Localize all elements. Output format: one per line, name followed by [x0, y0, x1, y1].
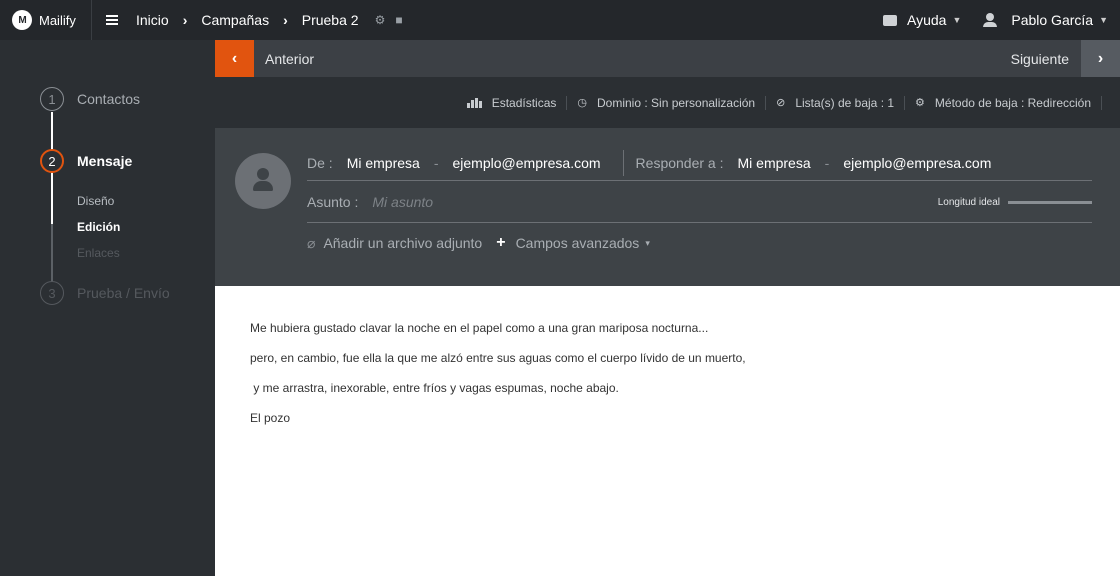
stats-link[interactable]: Estadísticas — [457, 95, 568, 110]
separator-dash: - — [824, 155, 830, 171]
step-number: 1 — [40, 87, 64, 111]
chart-icon — [466, 97, 482, 108]
step-message[interactable]: 2 Mensaje — [40, 149, 132, 173]
substep-design[interactable]: Diseño — [77, 194, 114, 208]
header-actions: ⌀ Añadir un archivo adjunto + Campos ava… — [307, 234, 664, 252]
paperclip-icon: ⌀ — [307, 234, 316, 251]
from-name[interactable]: Mi empresa — [347, 155, 420, 171]
previous-button[interactable]: ‹ — [215, 40, 254, 77]
top-bar: M Mailify Inicio › Campañas › Prueba 2 ⚙… — [0, 0, 1120, 40]
clock-icon: ◷ — [577, 97, 587, 109]
unsub-method-link[interactable]: ⚙ Método de baja : Redirección — [905, 95, 1102, 110]
chat-icon — [882, 14, 897, 26]
next-label[interactable]: Siguiente — [1011, 51, 1069, 67]
breadcrumb-home[interactable]: Inicio — [136, 12, 169, 28]
body-line: pero, en cambio, fue ella la que me alzó… — [250, 351, 746, 365]
body-line: El pozo — [250, 411, 291, 425]
domain-label: Dominio : Sin personalización — [597, 95, 756, 110]
avatar-icon[interactable] — [235, 153, 291, 209]
separator-dash: - — [433, 155, 439, 171]
plus-icon: + — [496, 234, 506, 251]
chevron-right-icon: › — [1097, 49, 1104, 67]
brand-name: Mailify — [39, 12, 76, 28]
step-contacts[interactable]: 1 Contactos — [40, 87, 140, 111]
help-menu[interactable]: Ayuda ▼ — [882, 12, 962, 28]
advanced-fields-button[interactable]: + Campos avanzados ▾ — [496, 234, 650, 252]
steps-sidebar: 1 Contactos 2 Mensaje Diseño Edición Enl… — [0, 40, 215, 576]
domain-link[interactable]: ◷ Dominio : Sin personalización — [567, 95, 767, 110]
campaign-info-bar: Estadísticas ◷ Dominio : Sin personaliza… — [215, 77, 1120, 128]
next-button[interactable]: › — [1081, 40, 1120, 77]
stats-label: Estadísticas — [491, 95, 557, 110]
substep-edit[interactable]: Edición — [77, 220, 120, 234]
body-line: Me hubiera gustado clavar la noche en el… — [250, 321, 709, 335]
from-email[interactable]: ejemplo@empresa.com — [453, 155, 601, 171]
chevron-down-icon: ▾ — [645, 237, 650, 248]
help-label: Ayuda — [906, 12, 947, 28]
menu-icon[interactable] — [106, 15, 118, 25]
step-label: Prueba / Envío — [77, 285, 170, 301]
user-icon — [983, 13, 998, 27]
divider — [307, 222, 1092, 223]
subject-row: Asunto : Mi asunto Longitud ideal — [307, 192, 1092, 212]
ideal-length-indicator: Longitud ideal — [938, 197, 1092, 208]
body-line: y me arrastra, inexorable, entre fríos y… — [250, 381, 619, 395]
gear-icon: ⚙ — [915, 97, 925, 109]
divider — [307, 180, 1092, 181]
advanced-label: Campos avanzados — [515, 235, 640, 251]
user-menu[interactable]: Pablo García ▼ — [983, 12, 1108, 28]
ideal-length-label: Longitud ideal — [937, 196, 1000, 208]
email-body-editor[interactable]: Me hubiera gustado clavar la noche en el… — [215, 286, 1120, 576]
step-number: 3 — [40, 281, 64, 305]
length-bar — [1008, 200, 1092, 204]
breadcrumb-campaign[interactable]: Prueba 2 — [302, 12, 359, 28]
subject-input[interactable]: Mi asunto — [372, 194, 433, 210]
reply-email[interactable]: ejemplo@empresa.com — [843, 155, 991, 171]
block-icon: ⊘ — [776, 97, 786, 109]
user-name: Pablo García — [1011, 12, 1094, 28]
save-icon[interactable]: ■ — [395, 13, 402, 27]
unsub-lists-link[interactable]: ⊘ Lista(s) de baja : 1 — [766, 95, 906, 110]
step-label: Mensaje — [77, 153, 133, 169]
step-test-send: 3 Prueba / Envío — [40, 281, 170, 305]
breadcrumb: Inicio › Campañas › Prueba 2 — [136, 12, 359, 28]
divider — [622, 150, 624, 176]
substep-links: Enlaces — [77, 246, 120, 260]
chevron-down-icon: ▼ — [1099, 15, 1108, 25]
logo-text: M — [18, 14, 26, 26]
reply-name[interactable]: Mi empresa — [738, 155, 811, 171]
reply-label: Responder a : — [635, 155, 724, 171]
step-nav: ‹ Anterior Siguiente › — [215, 40, 1120, 77]
attach-button[interactable]: ⌀ Añadir un archivo adjunto — [307, 235, 482, 252]
mailify-logo-icon: M — [12, 10, 32, 30]
step-label: Contactos — [77, 91, 141, 107]
gear-icon[interactable]: ⚙ — [375, 13, 386, 27]
from-label: De : — [307, 155, 333, 171]
unsub-method-label: Método de baja : Redirección — [934, 95, 1091, 110]
chevron-down-icon: ▼ — [952, 15, 962, 25]
chevron-left-icon: ‹ — [231, 49, 238, 67]
brand[interactable]: M Mailify — [0, 0, 92, 40]
breadcrumb-campaigns[interactable]: Campañas — [201, 12, 269, 28]
subject-label: Asunto : — [307, 194, 359, 210]
sender-row: De : Mi empresa - ejemplo@empresa.com Re… — [307, 150, 1092, 176]
step-number: 2 — [40, 149, 64, 173]
attach-label: Añadir un archivo adjunto — [323, 235, 483, 251]
unsub-lists-label: Lista(s) de baja : 1 — [795, 95, 895, 110]
chevron-right-icon: › — [283, 12, 288, 28]
email-header: De : Mi empresa - ejemplo@empresa.com Re… — [215, 128, 1120, 286]
chevron-right-icon: › — [182, 12, 188, 28]
previous-label[interactable]: Anterior — [265, 51, 314, 67]
